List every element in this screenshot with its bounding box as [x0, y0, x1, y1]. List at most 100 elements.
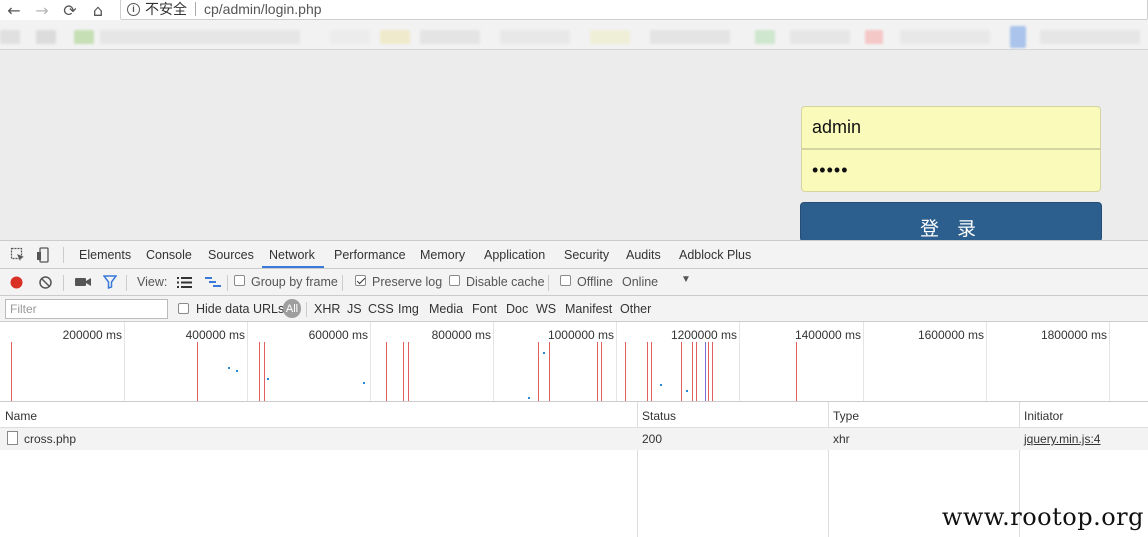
filter-type-xhr[interactable]: XHR [314, 302, 340, 316]
divider [306, 302, 307, 317]
disable-cache-checkbox[interactable] [449, 275, 460, 286]
load-event-marker [197, 342, 198, 401]
column-divider[interactable] [828, 402, 829, 537]
request-bar [686, 390, 688, 392]
filter-type-js[interactable]: JS [347, 302, 362, 316]
column-divider[interactable] [637, 402, 638, 537]
group-by-frame-checkbox[interactable] [234, 275, 245, 286]
tab-security[interactable]: Security [564, 248, 609, 262]
inspect-element-icon[interactable] [10, 247, 26, 263]
grid-line [616, 322, 617, 401]
bookmark-item[interactable] [1040, 30, 1140, 44]
tick-label: 600000 ms [308, 328, 368, 342]
filter-type-other[interactable]: Other [620, 302, 651, 316]
column-header-initiator[interactable]: Initiator [1024, 409, 1063, 423]
request-bar [528, 397, 530, 399]
bookmark-item[interactable] [36, 30, 56, 44]
request-initiator-link[interactable]: jquery.min.js:4 [1024, 432, 1100, 446]
column-header-name[interactable]: Name [5, 409, 37, 423]
load-event-marker [681, 342, 682, 401]
bookmark-item[interactable] [865, 30, 883, 44]
throttle-select[interactable]: Online [622, 275, 658, 289]
network-overview-timeline[interactable]: 200000 ms 400000 ms 600000 ms 800000 ms … [0, 322, 1148, 402]
device-toolbar-icon[interactable] [36, 247, 52, 263]
preserve-log-checkbox[interactable] [355, 275, 366, 286]
load-event-marker [601, 342, 602, 401]
capture-screenshots-icon[interactable] [75, 276, 91, 288]
bookmark-item[interactable] [1010, 26, 1026, 48]
load-event-marker [549, 342, 550, 401]
filter-type-img[interactable]: Img [398, 302, 419, 316]
tick-label: 1400000 ms [794, 328, 861, 342]
username-input[interactable]: admin [801, 106, 1101, 149]
load-event-marker [259, 342, 260, 401]
filter-type-css[interactable]: CSS [368, 302, 394, 316]
column-header-type[interactable]: Type [833, 409, 859, 423]
table-row[interactable]: cross.php 200 xhr jquery.min.js:4 [0, 428, 1148, 450]
bookmark-item[interactable] [500, 30, 570, 44]
tab-audits[interactable]: Audits [626, 248, 661, 262]
bookmark-item[interactable] [900, 30, 990, 44]
filter-bar: Filter Hide data URLs All XHR JS CSS Img… [0, 296, 1148, 322]
column-header-status[interactable]: Status [642, 409, 676, 423]
chevron-down-icon[interactable]: ▼ [681, 274, 691, 285]
address-bar[interactable]: i 不安全 cp/admin/login.php [120, 0, 1148, 20]
filter-input[interactable]: Filter [5, 299, 168, 319]
bookmark-item[interactable] [650, 30, 730, 44]
bookmark-item[interactable] [755, 30, 775, 44]
filter-type-all[interactable]: All [283, 299, 301, 318]
tab-application[interactable]: Application [484, 248, 545, 262]
url-text[interactable]: cp/admin/login.php [204, 1, 322, 17]
reload-icon[interactable]: ⟳ [56, 0, 84, 20]
waterfall-overview-icon[interactable] [205, 277, 221, 289]
tab-console[interactable]: Console [146, 248, 192, 262]
offline-checkbox[interactable] [560, 275, 571, 286]
filter-type-media[interactable]: Media [429, 302, 463, 316]
tab-performance[interactable]: Performance [334, 248, 406, 262]
forward-icon[interactable]: → [28, 0, 56, 20]
bookmark-item[interactable] [0, 30, 20, 44]
request-name[interactable]: cross.php [24, 432, 76, 446]
watermark: www.rootop.org [941, 503, 1144, 531]
dom-content-loaded-marker [705, 342, 706, 401]
tab-network[interactable]: Network [269, 248, 315, 262]
request-bar [267, 378, 269, 380]
request-bar [228, 367, 230, 369]
bookmark-item[interactable] [380, 30, 410, 44]
back-icon[interactable]: ← [0, 0, 28, 20]
bookmark-item[interactable] [100, 30, 300, 44]
filter-icon[interactable] [103, 275, 117, 289]
tab-memory[interactable]: Memory [420, 248, 465, 262]
password-input[interactable]: ••••• [801, 149, 1101, 192]
bookmark-item[interactable] [420, 30, 480, 44]
filter-type-ws[interactable]: WS [536, 302, 556, 316]
bookmark-item[interactable] [790, 30, 850, 44]
preserve-log-label: Preserve log [372, 275, 443, 289]
tab-elements[interactable]: Elements [79, 248, 131, 262]
grid-line [124, 322, 125, 401]
bookmark-item[interactable] [74, 30, 94, 44]
request-status: 200 [642, 432, 663, 446]
filter-type-manifest[interactable]: Manifest [565, 302, 612, 316]
grid-line [1109, 322, 1110, 401]
tab-adblock-plus[interactable]: Adblock Plus [679, 248, 751, 262]
tab-sources[interactable]: Sources [208, 248, 254, 262]
network-toolbar: View: Group by frame Preserve log Disabl… [0, 269, 1148, 296]
filter-type-font[interactable]: Font [472, 302, 497, 316]
grid-line [986, 322, 987, 401]
grid-line [493, 322, 494, 401]
info-icon[interactable]: i [127, 2, 140, 16]
large-rows-icon[interactable] [177, 277, 192, 288]
record-icon[interactable] [9, 275, 24, 290]
view-label: View: [137, 275, 168, 289]
hide-data-urls-checkbox[interactable] [178, 303, 189, 314]
grid-line [739, 322, 740, 401]
home-icon[interactable]: ⌂ [84, 0, 112, 20]
tick-label: 1800000 ms [1040, 328, 1107, 342]
filter-type-doc[interactable]: Doc [506, 302, 528, 316]
bookmark-item[interactable] [330, 30, 370, 44]
bookmark-item[interactable] [590, 30, 630, 44]
clear-icon[interactable] [38, 275, 53, 290]
page-viewport: admin ••••• 登 录 [0, 51, 1148, 242]
login-button[interactable]: 登 录 [800, 202, 1102, 242]
